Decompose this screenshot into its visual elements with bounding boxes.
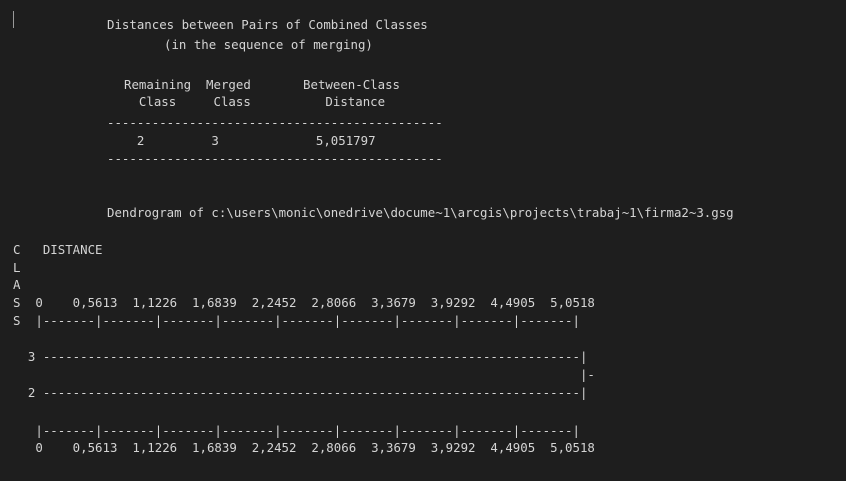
dendrogram-scale-ticks-top: S |-------|-------|-------|-------|-----…	[13, 313, 580, 328]
dendrogram-row-a: A	[13, 277, 21, 292]
report-title-line1: Distances between Pairs of Combined Clas…	[107, 17, 428, 32]
dendrogram-class-3-line: 3 --------------------------------------…	[13, 349, 588, 364]
text-cursor	[13, 11, 14, 28]
dendrogram-scale-ticks-bottom: |-------|-------|-------|-------|-------…	[13, 423, 580, 438]
dendrogram-scale-numbers-top: S 0 0,5613 1,1226 1,6839 2,2452 2,8066 3…	[13, 295, 595, 310]
report-title-line2: (in the sequence of merging)	[164, 37, 373, 52]
dendrogram-scale-numbers-bottom: 0 0,5613 1,1226 1,6839 2,2452 2,8066 3,3…	[13, 440, 595, 455]
dendrogram-row-l: L	[13, 260, 21, 275]
dendrogram-merge-connector: |-	[13, 367, 595, 382]
dendrogram-row-c: C DISTANCE	[13, 242, 103, 257]
table-data-row: 2 3 5,051797	[107, 133, 376, 148]
table-header-row1: Remaining Merged Between-Class	[124, 77, 401, 92]
table-rule-bottom: ----------------------------------------…	[107, 151, 443, 166]
table-rule-top: ----------------------------------------…	[107, 115, 443, 130]
table-header-row2: Class Class Distance	[124, 94, 386, 109]
dendrogram-class-2-line: 2 --------------------------------------…	[13, 385, 588, 400]
dendrogram-title: Dendrogram of c:\users\monic\onedrive\do…	[107, 205, 734, 220]
text-editor-pane[interactable]: Distances between Pairs of Combined Clas…	[0, 0, 846, 481]
